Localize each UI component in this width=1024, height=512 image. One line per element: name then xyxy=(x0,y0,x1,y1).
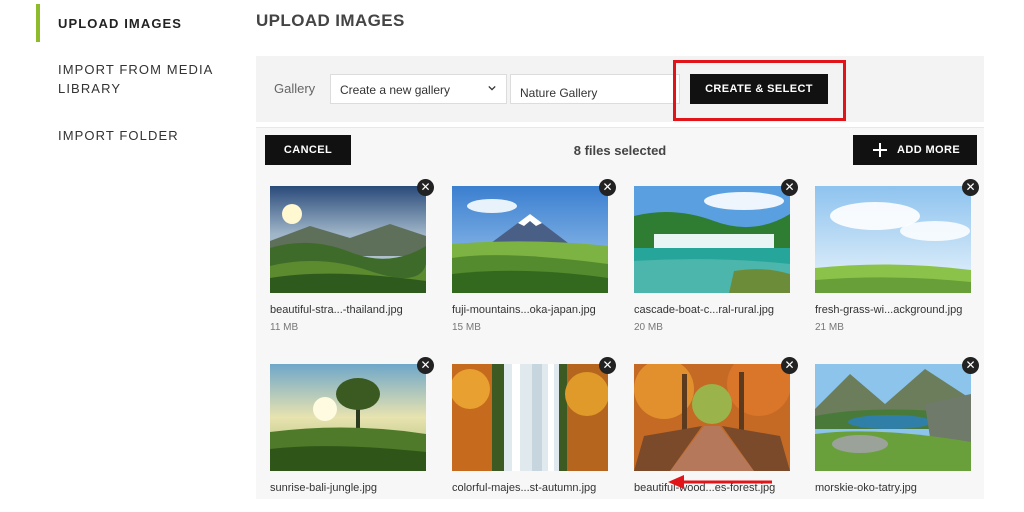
file-size: 15 MB xyxy=(452,322,481,333)
image-thumbnail[interactable] xyxy=(452,186,608,293)
image-card[interactable]: ✕ sunrise-bali-jungle.jpg xyxy=(270,357,434,496)
image-card[interactable]: ✕ colorful-majes...st-autumn.jpg xyxy=(452,357,616,496)
file-name: fresh-grass-wi...ackground.jpg xyxy=(815,304,963,316)
sidebar-item-import-media-library[interactable]: IMPORT FROM MEDIA LIBRARY xyxy=(58,60,218,98)
image-card[interactable]: ✕ beautiful-wood...es-forest.jpg xyxy=(634,357,798,496)
image-thumbnail[interactable] xyxy=(270,186,426,293)
sidebar: UPLOAD IMAGES IMPORT FROM MEDIA LIBRARY … xyxy=(0,0,230,512)
sidebar-item-upload-images[interactable]: UPLOAD IMAGES xyxy=(58,14,182,33)
image-card[interactable]: ✕ beautiful-stra...-thailand.jpg 11 MB xyxy=(270,179,434,333)
gallery-select[interactable]: Create a new gallery xyxy=(330,74,507,104)
file-size: 11 MB xyxy=(270,322,299,333)
image-thumbnail[interactable] xyxy=(270,364,426,471)
file-name: beautiful-stra...-thailand.jpg xyxy=(270,304,403,316)
gallery-label: Gallery xyxy=(274,81,316,96)
image-thumbnail[interactable] xyxy=(452,364,608,471)
close-icon[interactable]: ✕ xyxy=(781,179,798,196)
page-title: UPLOAD IMAGES xyxy=(256,11,405,30)
close-icon[interactable]: ✕ xyxy=(599,179,616,196)
image-card[interactable]: ✕ morskie-oko-tatry.jpg xyxy=(815,357,979,496)
image-thumbnail[interactable] xyxy=(634,364,790,471)
plus-icon xyxy=(873,143,887,157)
file-name: sunrise-bali-jungle.jpg xyxy=(270,482,378,494)
file-name: colorful-majes...st-autumn.jpg xyxy=(452,482,597,494)
close-icon[interactable]: ✕ xyxy=(417,357,434,374)
add-more-label: ADD MORE xyxy=(897,144,961,156)
gallery-name-input[interactable] xyxy=(510,74,680,104)
close-icon[interactable]: ✕ xyxy=(599,357,616,374)
file-name: cascade-boat-c...ral-rural.jpg xyxy=(634,304,775,316)
image-card[interactable]: ✕ fresh-grass-wi...ackground.jpg 21 MB xyxy=(815,179,979,333)
file-size: 21 MB xyxy=(815,322,844,333)
image-thumbnail[interactable] xyxy=(815,186,971,293)
image-thumbnail[interactable] xyxy=(815,364,971,471)
file-size: 20 MB xyxy=(634,322,663,333)
image-card[interactable]: ✕ fuji-mountains...oka-japan.jpg 15 MB xyxy=(452,179,616,333)
file-name: fuji-mountains...oka-japan.jpg xyxy=(452,304,596,316)
create-and-select-button[interactable]: CREATE & SELECT xyxy=(690,74,828,104)
chevron-down-icon xyxy=(488,85,496,91)
files-selected-count: 8 files selected xyxy=(573,143,667,158)
sidebar-item-import-folder[interactable]: IMPORT FOLDER xyxy=(58,126,179,145)
close-icon[interactable]: ✕ xyxy=(781,357,798,374)
close-icon[interactable]: ✕ xyxy=(417,179,434,196)
file-name: beautiful-wood...es-forest.jpg xyxy=(634,482,776,494)
cancel-button[interactable]: CANCEL xyxy=(265,135,351,165)
active-indicator xyxy=(36,4,40,42)
file-name: morskie-oko-tatry.jpg xyxy=(815,482,917,494)
close-icon[interactable]: ✕ xyxy=(962,357,979,374)
image-thumbnail[interactable] xyxy=(634,186,790,293)
gallery-select-value: Create a new gallery xyxy=(340,83,451,97)
close-icon[interactable]: ✕ xyxy=(962,179,979,196)
add-more-button[interactable]: ADD MORE xyxy=(853,135,977,165)
image-card[interactable]: ✕ cascade-boat-c...ral-rural.jpg 20 MB xyxy=(634,179,798,333)
